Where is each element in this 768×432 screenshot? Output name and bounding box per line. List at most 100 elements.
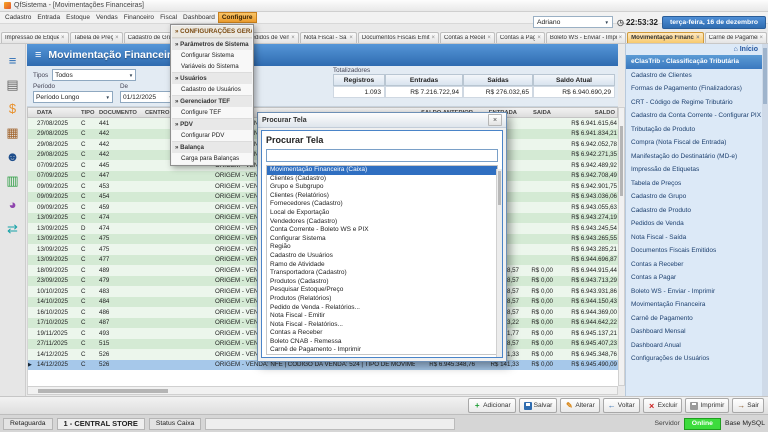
sidebar-item[interactable]: Movimentação Financeira [626,298,768,312]
menu-item[interactable]: Estoque [63,12,93,23]
configure-menu-entry[interactable]: » Gerenciador TEF [172,95,252,107]
screen-list-item[interactable]: Ramo de Atividade [267,261,497,270]
tab[interactable]: Boleto WS - Enviar - Imprimir [546,32,626,43]
tab[interactable]: Movimentação Financeira [627,32,704,43]
menu-item[interactable]: Entrada [34,12,63,23]
sidebar-item[interactable]: Contas a Receber [626,258,768,272]
imprimir-button[interactable]: Imprimir [685,398,729,413]
tab-close-icon[interactable] [760,35,764,41]
tab[interactable]: Tabela de Preços [70,32,123,43]
sidebar-item[interactable]: Formas de Pagamento (Finalizadoras) [626,82,768,96]
menu-item[interactable]: Cadastro [2,12,34,23]
alterar-button[interactable]: Alterar [560,398,599,413]
sidebar-item[interactable]: eClasTrib - Classificação Tributária [626,55,768,69]
tab[interactable]: Contas a Pagar [496,32,545,43]
configure-menu-entry[interactable]: Configurar PDV [172,130,252,141]
sync-icon[interactable]: ⇄ [7,222,18,235]
table-horizontal-scrollbar[interactable] [27,386,618,395]
sidebar-item[interactable]: Cadastro de Grupo [626,190,768,204]
sidebar-item[interactable]: Tabela de Preços [626,177,768,191]
sidebar-scrollbar[interactable] [762,44,768,396]
sidebar-item[interactable]: Contas a Pagar [626,271,768,285]
column-saldo[interactable]: SALDO [553,110,617,116]
menu-item[interactable]: Vendas [93,12,121,23]
sidebar-item[interactable]: Cadastro da Conta Corrente - Configurar … [626,109,768,123]
price-tag-icon[interactable]: $ [9,102,16,115]
retaguarda-button[interactable]: Retaguarda [3,418,53,430]
customers-icon[interactable]: ☻ [6,150,20,163]
configure-menu-entry[interactable]: » Balança [172,141,252,153]
configure-menu-entry[interactable]: » PDV [172,118,252,130]
screen-list-item[interactable]: Vendedores (Cadastro) [267,218,497,227]
user-select[interactable]: Adriano [533,16,613,28]
configure-menu-entry[interactable]: » Usuários [172,72,252,84]
menu-icon[interactable]: ≡ [9,54,17,67]
screen-list-item[interactable]: Transportadora (Cadastro) [267,269,497,278]
column-data[interactable]: DATA [35,110,79,116]
tab-close-icon[interactable] [619,35,623,41]
tipos-select[interactable]: Todos [52,69,136,81]
tab[interactable]: Documentos Fiscais Emitidos [358,32,439,43]
products-icon[interactable]: ▦ [6,126,18,139]
sidebar-home[interactable]: Início [626,44,768,55]
sidebar-item[interactable]: Cadastro de Clientes [626,69,768,83]
sidebar-item[interactable]: Documentos Fiscais Emitidos [626,244,768,258]
screen-list-item[interactable]: Clientes (Relatórios) [267,192,497,201]
configure-menu-entry[interactable]: Cadastro de Usuários [172,84,252,95]
tab[interactable]: Carnê de Pagamento [705,32,767,43]
bar-chart-icon[interactable]: ▥ [6,174,18,187]
column-tipo[interactable]: TIPO [79,110,97,116]
sidebar-item[interactable]: Manifestação do Destinatário (MD-e) [626,150,768,164]
configure-menu-entry[interactable]: Variáveis do Sistema [172,61,252,72]
sidebar-item[interactable]: Impressão de Etiquetas [626,163,768,177]
sidebar-item[interactable]: Cadastro de Produto [626,204,768,218]
configure-menu-entry[interactable]: Configure TEF [172,107,252,118]
sidebar-item[interactable]: Pedidos de Venda [626,217,768,231]
excluir-button[interactable]: Excluir [643,398,683,413]
screen-list-item[interactable]: Pedido de Venda - Relatórios... [267,304,497,313]
menu-item[interactable]: Dashboard [180,12,218,23]
tab-close-icon[interactable] [115,35,119,41]
sair-button[interactable]: Sair [732,398,764,413]
screen-list-item[interactable]: Cadastro de Usuários [267,252,497,261]
screen-list-item[interactable]: Clientes (Cadastro) [267,175,497,184]
tab-close-icon[interactable] [349,35,353,41]
screen-list-item[interactable]: Nota Fiscal - Emitir [267,312,497,321]
tab[interactable]: Contas a Receber [440,32,495,43]
configure-menu-entry[interactable]: Carga para Balanças [172,153,252,164]
date-from-input[interactable]: 01/12/2025 [120,91,176,103]
tab[interactable]: Impressão de Etiquetas [1,32,69,43]
column-saida[interactable]: SAÍDA [519,110,553,116]
screen-list-item[interactable]: Movimentação Financeira (Caixa) [267,166,497,175]
sidebar-item[interactable]: Configurações de Usuários [626,352,768,366]
sidebar-item[interactable]: Carnê de Pagamento [626,312,768,326]
screen-list-item[interactable]: Carnê de Pagamento - Imprimir [267,346,497,355]
tab-close-icon[interactable] [487,35,491,41]
menu-item[interactable]: Fiscal [157,12,180,23]
tab-close-icon[interactable] [61,35,65,41]
sidebar-item[interactable]: Tributação de Produto [626,123,768,137]
pie-chart-icon[interactable]: ◕ [9,198,17,211]
screen-list-item[interactable]: Boleto CNAB - Remessa [267,338,497,347]
screen-list-item[interactable]: Conta Corrente - Boleto WS e PIX [267,226,497,235]
screen-list-scrollbar[interactable] [496,169,502,357]
tab-close-icon[interactable] [432,35,436,41]
configure-menu-entry[interactable]: Configurar Sistema [172,50,252,61]
screen-list-item[interactable]: Contas a Receber [267,329,497,338]
status-caixa-button[interactable]: Status Caixa [149,418,202,430]
screen-list-item[interactable]: Pesquisar Estoque/Preço [267,286,497,295]
tab-close-icon[interactable] [696,35,700,41]
sidebar-item[interactable]: CRT - Código de Regime Tributário [626,96,768,110]
menu-item[interactable]: Financeiro [121,12,157,23]
voltar-button[interactable]: Voltar [603,398,640,413]
screen-list-item[interactable]: Fornecedores (Cadastro) [267,200,497,209]
adicionar-button[interactable]: Adicionar [468,398,516,413]
menu-item[interactable]: Configure [218,12,257,23]
sidebar-item[interactable]: Compra (Nota Fiscal de Entrada) [626,136,768,150]
tab-close-icon[interactable] [291,35,295,41]
screen-list-item[interactable]: Configurar Sistema [267,235,497,244]
close-icon[interactable] [488,114,502,126]
sidebar-item[interactable]: Dashboard Mensal [626,325,768,339]
configure-menu-entry[interactable]: » CONFIGURAÇÕES GERAIS » [172,26,252,38]
column-documento[interactable]: DOCUMENTO [97,110,143,116]
